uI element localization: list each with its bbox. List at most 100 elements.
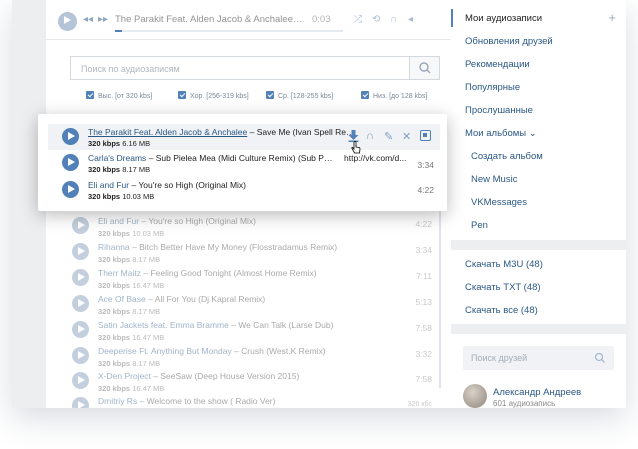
player-progress-bar[interactable] xyxy=(115,30,343,32)
album-item[interactable]: New Music xyxy=(471,174,517,185)
track-duration: 320 кбс xyxy=(407,401,432,408)
close-icon[interactable]: ✕ xyxy=(402,130,411,143)
track-artist[interactable]: Ace Of Base xyxy=(98,294,146,304)
download-txt-link[interactable]: Скачать TXT (48) xyxy=(465,282,541,293)
sidebar-item-friends-updates[interactable]: Обновления друзей xyxy=(465,36,553,47)
checkbox-icon[interactable] xyxy=(361,91,369,99)
track-bitrate: 320 kbps xyxy=(88,192,121,201)
track-play-button[interactable] xyxy=(72,372,89,389)
filter-label: Выс. [от 320 kbs] xyxy=(98,93,153,100)
track-size: 16.47 MB xyxy=(132,281,165,290)
filter-good[interactable]: Хор. [256-319 kbs] xyxy=(178,91,249,100)
track-bitrate: 320 kbps xyxy=(98,307,131,316)
sidebar-item-my-audio[interactable]: Мои аудиозаписи xyxy=(465,13,542,24)
track-play-button[interactable] xyxy=(62,154,79,171)
track-row[interactable]: Rihanna – Bitch Better Have My Money (Fl… xyxy=(72,239,444,267)
track-artist[interactable]: The Parakit Feat. Alden Jacob & Anchalee xyxy=(88,127,247,137)
track-play-button[interactable] xyxy=(72,347,89,364)
track-title-line: Therr Maitz – Feeling Good Tonight (Almo… xyxy=(98,268,317,278)
track-title: Bitch Better Have My Money (Flosstradamu… xyxy=(139,242,338,252)
track-size: 16.47 MB xyxy=(132,384,165,393)
track-title: Save Me (Ivan Spell Remix) xyxy=(256,127,358,137)
track-play-button[interactable] xyxy=(72,295,89,312)
track-artist[interactable]: Rihanna xyxy=(98,242,130,252)
track-artist[interactable]: Dmitriy Rs xyxy=(98,396,137,406)
track-play-button[interactable] xyxy=(72,243,89,260)
friend-audio-count: 601 аудиозапись xyxy=(493,399,556,408)
audio-search[interactable]: Поиск по аудиозаписям xyxy=(70,56,440,80)
search-button[interactable] xyxy=(409,57,439,79)
download-m3u-link[interactable]: Скачать M3U (48) xyxy=(465,259,543,270)
sidebar-item-my-albums[interactable]: Мои альбомы ⌄ xyxy=(465,128,537,139)
repeat-icon[interactable]: ⟲ xyxy=(372,14,380,25)
track-artist[interactable]: Therr Maitz xyxy=(98,268,141,278)
track-meta: 320 kbps 8.17 MB xyxy=(88,165,150,174)
checkbox-icon[interactable] xyxy=(86,91,94,99)
friends-search[interactable]: Поиск друзей xyxy=(463,346,614,370)
checkbox-icon[interactable] xyxy=(266,91,274,99)
sidebar-item-listened[interactable]: Прослушанные xyxy=(465,105,533,116)
download-all-link[interactable]: Скачать все (48) xyxy=(465,305,538,316)
track-artist[interactable]: Carla's Dreams xyxy=(88,153,146,163)
checkbox-icon[interactable] xyxy=(178,91,186,99)
track-meta: 320 kbps 16.47 MB xyxy=(98,333,164,342)
friend-name[interactable]: Александр Андреев xyxy=(493,387,581,398)
track-row[interactable]: Ace Of Base – All For You (Dj Kapral Rem… xyxy=(72,291,444,319)
headphones-icon[interactable]: ∩ xyxy=(390,14,397,25)
previous-icon[interactable]: ◂◂ xyxy=(83,14,93,25)
track-row[interactable]: X-Den Project – SeeSaw (Deep House Versi… xyxy=(72,368,444,396)
scrollbar[interactable] xyxy=(439,188,441,388)
track-play-button[interactable] xyxy=(72,269,89,286)
track-title-line: Dmitriy Rs – Welcome to the show ( Radio… xyxy=(98,396,276,406)
sidebar: Мои аудиозаписи + Обновления друзей Реко… xyxy=(451,0,626,408)
track-title-line: Rihanna – Bitch Better Have My Money (Fl… xyxy=(98,242,338,252)
popup-track-row[interactable]: Carla's Dreams – Sub Pielea Mea (Midi Cu… xyxy=(48,150,440,176)
search-icon xyxy=(594,352,605,363)
track-play-button[interactable] xyxy=(72,397,89,408)
track-duration: 3:34 xyxy=(417,160,434,170)
track-play-button[interactable] xyxy=(72,217,89,234)
player-track-title[interactable]: The Parakit Feat. Alden Jacob & Anchalee… xyxy=(115,14,305,25)
player-progress-fill xyxy=(115,30,122,32)
sidebar-item-recommendations[interactable]: Рекомендации xyxy=(465,59,530,70)
track-row[interactable]: Deeperise Ft. Anything But Monday – Crus… xyxy=(72,343,444,371)
track-meta: 320 kbps 10.03 MB xyxy=(88,192,154,201)
track-row[interactable]: Eli and Fur – You're so High (Original M… xyxy=(72,213,444,241)
track-play-button[interactable] xyxy=(72,321,89,338)
track-artist[interactable]: Eli and Fur xyxy=(98,216,139,226)
album-item[interactable]: VKMessages xyxy=(471,197,527,208)
track-artist[interactable]: Eli and Fur xyxy=(88,180,129,190)
track-bitrate: 320 kbps xyxy=(88,139,121,148)
filter-low[interactable]: Низ. [до 128 kbs] xyxy=(361,91,427,100)
track-row[interactable]: Dmitriy Rs – Welcome to the show ( Radio… xyxy=(72,393,444,408)
album-item[interactable]: Pen xyxy=(471,220,488,231)
headphones-icon[interactable]: ∩ xyxy=(366,130,374,142)
friend-avatar[interactable] xyxy=(463,384,487,408)
broadcast-icon[interactable]: ◂ xyxy=(408,14,413,25)
track-size: 10.03 MB xyxy=(132,229,165,238)
track-row[interactable]: Satin Jackets feat. Emma Bramme – We Can… xyxy=(72,317,444,345)
filter-medium[interactable]: Ср. [128-255 kbs] xyxy=(266,91,333,100)
shuffle-icon[interactable]: ⤮ xyxy=(354,14,362,25)
friends-search-input[interactable]: Поиск друзей xyxy=(471,353,527,363)
track-artist[interactable]: X-Den Project xyxy=(98,371,151,381)
track-artist[interactable]: Satin Jackets feat. Emma Bramme xyxy=(98,320,229,330)
next-icon[interactable]: ▸▸ xyxy=(98,14,108,25)
search-input[interactable]: Поиск по аудиозаписям xyxy=(81,64,180,74)
album-create[interactable]: Создать альбом xyxy=(471,151,543,162)
popup-track-row[interactable]: Eli and Fur – You're so High (Original M… xyxy=(48,177,440,203)
track-title-line: Carla's Dreams – Sub Pielea Mea (Midi Cu… xyxy=(88,153,333,163)
filter-high[interactable]: Выс. [от 320 kbs] xyxy=(86,91,152,100)
add-icon[interactable]: + xyxy=(608,10,616,25)
track-play-button[interactable] xyxy=(62,128,79,145)
track-row[interactable]: Therr Maitz – Feeling Good Tonight (Almo… xyxy=(72,265,444,293)
popup-track-row[interactable]: The Parakit Feat. Alden Jacob & Anchalee… xyxy=(48,124,440,150)
track-title-line: Eli and Fur – You're so High (Original M… xyxy=(88,180,247,190)
track-artist[interactable]: Deeperise Ft. Anything But Monday xyxy=(98,346,232,356)
track-play-button[interactable] xyxy=(62,181,79,198)
edit-icon[interactable]: ✎ xyxy=(384,130,393,143)
player-play-button[interactable] xyxy=(58,12,77,31)
download-block: Скачать M3U (48) Скачать TXT (48) Скачат… xyxy=(451,250,626,324)
track-title: Feeling Good Tonight (Almost Home Remix) xyxy=(150,268,317,278)
sidebar-item-popular[interactable]: Популярные xyxy=(465,82,520,93)
